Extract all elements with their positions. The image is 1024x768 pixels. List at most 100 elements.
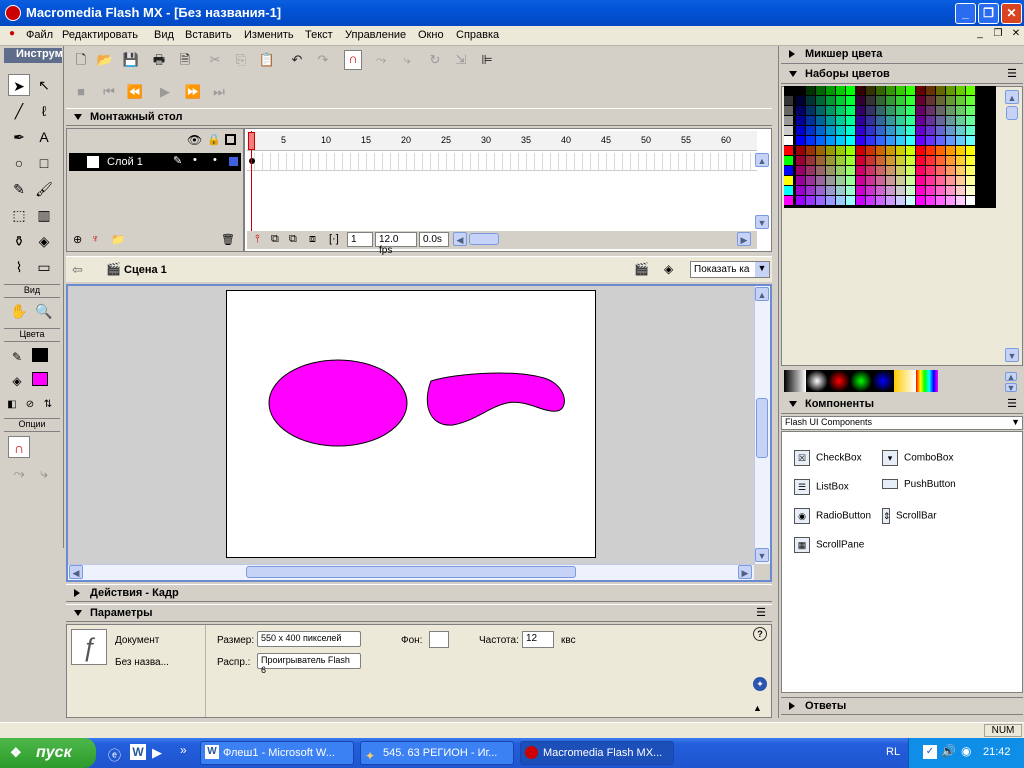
menu-window[interactable]: Окно [418, 29, 444, 41]
menu-help[interactable]: Справка [456, 29, 499, 41]
align-icon[interactable]: ⊫ [478, 52, 496, 68]
paste-icon[interactable]: 📋 [258, 52, 276, 68]
component-listbox[interactable]: ☰ ListBox [794, 479, 849, 495]
swatches-scroll-down-icon[interactable]: ▼ [1005, 348, 1019, 362]
layer-row[interactable]: Слой 1 ✎ • • [69, 153, 241, 171]
menu-file[interactable]: Файл [26, 29, 53, 41]
stage-scroll-left-icon[interactable]: ◀ [69, 565, 83, 579]
playhead-handle[interactable] [248, 132, 255, 150]
redo-icon[interactable]: ↷ [314, 52, 332, 68]
paint-bucket-tool-icon[interactable]: ◈ [33, 230, 55, 252]
start-button[interactable]: ❖ пуск [0, 738, 96, 768]
gradient-swatches[interactable] [784, 370, 994, 392]
component-scrollbar[interactable]: ⇕ ScrollBar [882, 508, 937, 524]
onion-outlines-icon[interactable]: ⧉ [289, 233, 297, 246]
color-sets-header[interactable]: Наборы цветов ☰ [781, 66, 1023, 84]
component-checkbox[interactable]: ☒ CheckBox [794, 450, 862, 466]
outline-color-icon[interactable] [229, 157, 238, 166]
fill-color-swatch[interactable] [32, 372, 48, 386]
task-word[interactable]: W Флеш1 - Microsoft W... [200, 741, 354, 765]
background-color-picker[interactable] [429, 631, 449, 648]
tray-media-icon[interactable]: ◉ [961, 744, 971, 758]
timeline-hscroll-thumb[interactable] [469, 233, 499, 245]
swatches-scroll-up-icon[interactable]: ▲ [1005, 90, 1019, 104]
components-header[interactable]: Компоненты ☰ [781, 396, 1023, 414]
panel-menu-icon[interactable]: ☰ [1007, 396, 1017, 413]
go-to-end-icon[interactable]: ⏭ [210, 84, 228, 100]
step-back-icon[interactable]: ⏪ [126, 84, 144, 100]
magenta-oval[interactable] [268, 359, 408, 447]
lock-icon[interactable]: 🔒 [207, 133, 221, 146]
outline-icon[interactable] [225, 134, 236, 145]
stage[interactable] [226, 290, 596, 558]
menu-view[interactable]: Вид [154, 29, 174, 41]
doc-minimize-button[interactable]: _ [972, 28, 988, 43]
scroll-left-icon[interactable]: ◀ [453, 232, 467, 246]
dropdown-arrow-icon[interactable]: ▼ [755, 262, 769, 277]
edit-scene-icon[interactable]: 🎬 [634, 262, 649, 276]
frame-rate-input[interactable]: 12 [522, 631, 554, 648]
center-frame-icon[interactable]: ⫯ [255, 233, 260, 246]
volume-icon[interactable]: 🔊 [941, 744, 956, 758]
menu-insert[interactable]: Вставить [185, 29, 232, 41]
default-colors-icon[interactable]: ◧ [4, 394, 20, 416]
document-icon[interactable]: ● [4, 28, 20, 43]
play-icon[interactable]: ▶ [156, 84, 174, 100]
pen-tool-icon[interactable]: ✒ [8, 126, 30, 148]
open-file-icon[interactable]: 📂 [96, 52, 114, 68]
menu-modify[interactable]: Изменить [244, 29, 294, 41]
menu-text[interactable]: Текст [305, 29, 333, 41]
new-file-icon[interactable]: 🗋 [72, 52, 90, 68]
cut-icon[interactable]: ✂ [206, 52, 224, 68]
swatches-scroll-thumb[interactable] [1006, 106, 1018, 120]
frames-row[interactable] [247, 153, 757, 171]
edit-multiple-frames-icon[interactable]: ⧈ [309, 233, 316, 246]
task-flash[interactable]: Macromedia Flash MX... [520, 741, 674, 765]
zoom-select[interactable]: Показать ка ▼ [690, 261, 770, 278]
component-pushbutton[interactable]: PushButton [882, 479, 956, 490]
zoom-tool-icon[interactable]: 🔍 [33, 300, 55, 322]
stage-hscroll-thumb[interactable] [246, 566, 576, 578]
component-set-select[interactable]: Flash UI Components ▼ [781, 416, 1023, 430]
magenta-blob[interactable] [426, 372, 565, 426]
stage-hscroll[interactable]: ◀ ▶ [68, 564, 754, 580]
scroll-right-icon[interactable]: ▶ [737, 232, 751, 246]
help-icon[interactable]: ? [753, 627, 767, 641]
stage-scroll-up-icon[interactable]: ▲ [755, 287, 769, 301]
rectangle-tool-icon[interactable]: □ [33, 152, 55, 174]
undo-icon[interactable]: ↶ [288, 52, 306, 68]
insert-layer-icon[interactable]: ⊕ [73, 233, 82, 246]
menu-edit[interactable]: Редактировать [62, 29, 138, 41]
magnet-snap-icon[interactable]: ∩ [8, 436, 30, 458]
stage-scroll-down-icon[interactable]: ▼ [755, 548, 769, 562]
save-icon[interactable]: 💾 [122, 52, 140, 68]
pencil-tool-icon[interactable]: ✎ [8, 178, 30, 200]
smooth-toolbar-icon[interactable]: ⤳ [372, 52, 390, 68]
lasso-tool-icon[interactable]: ℓ [33, 100, 55, 122]
timeline-scroll-down-icon[interactable]: ▼ [755, 215, 769, 229]
gradient-scroll-down-icon[interactable]: ▼ [1005, 383, 1017, 393]
rotate-icon[interactable]: ↻ [426, 52, 444, 68]
panel-menu-icon[interactable]: ☰ [1007, 66, 1017, 83]
straighten-icon[interactable]: ⤷ [33, 462, 55, 484]
publish-button[interactable]: Проигрыватель Flash 6 [257, 653, 361, 675]
maximize-button[interactable]: ❐ [978, 3, 999, 24]
straighten-toolbar-icon[interactable]: ⤷ [398, 52, 416, 68]
actions-panel-header[interactable]: Действия - Кадр [66, 584, 772, 602]
eyedropper-tool-icon[interactable]: ⌇ [8, 256, 30, 278]
edit-symbols-icon[interactable]: ◈ [664, 262, 673, 276]
oval-tool-icon[interactable]: ○ [8, 152, 30, 174]
arrow-tool-icon[interactable]: ➤ [8, 74, 30, 96]
no-color-icon[interactable]: ⊘ [22, 394, 38, 416]
stage-vscroll-thumb[interactable] [756, 398, 768, 458]
quick-launch-more-icon[interactable]: » [180, 743, 187, 757]
panel-menu-icon[interactable]: ☰ [756, 605, 766, 622]
timeline-scroll-up-icon[interactable]: ▲ [755, 153, 769, 167]
snap-magnet-icon[interactable]: ∩ [344, 50, 362, 70]
scene-name[interactable]: Сцена 1 [124, 264, 167, 276]
lock-dot-icon[interactable]: • [213, 154, 217, 166]
stop-icon[interactable]: ■ [72, 84, 90, 100]
onion-skin-icon[interactable]: ⧉ [271, 233, 279, 246]
timeline-header[interactable]: Монтажный стол [66, 108, 772, 126]
word-icon[interactable]: W [130, 744, 146, 760]
